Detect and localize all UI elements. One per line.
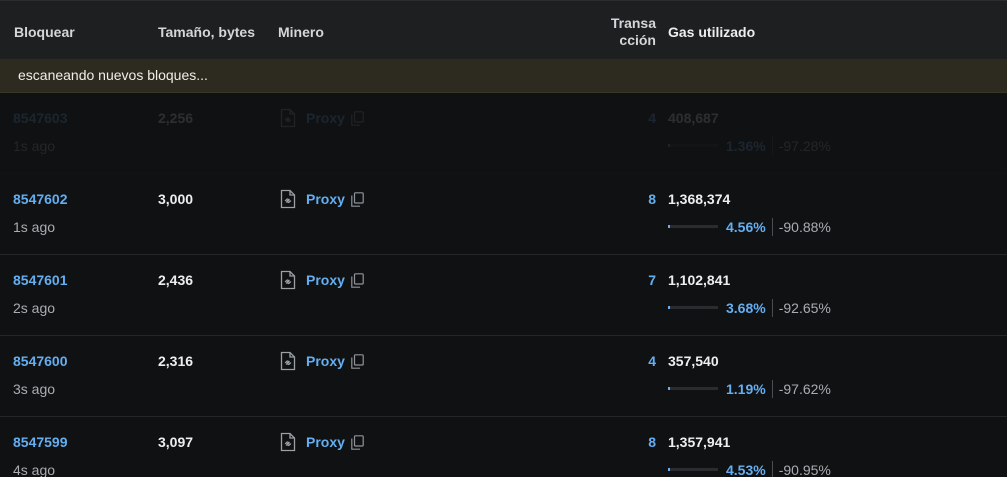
contract-file-icon [280, 189, 296, 209]
col-header-txn: Transa cción [600, 15, 656, 49]
gas-usage-bar [668, 306, 718, 309]
txn-count-link[interactable]: 7 [600, 272, 656, 288]
copy-icon[interactable] [351, 273, 364, 288]
block-number-link[interactable]: 8547600 [13, 353, 68, 369]
divider [771, 461, 773, 477]
blocks-table: Bloquear Tamaño, bytes Minero Transa cci… [0, 0, 1007, 477]
block-age: 2s ago [13, 300, 56, 316]
contract-file-icon [280, 270, 296, 290]
table-row: 8547601 2s ago 2,436 Proxy 7 1,102,841 3… [0, 254, 1007, 336]
block-size: 2,256 [158, 110, 194, 126]
gas-usage-bar [668, 468, 718, 471]
gas-used: 1,368,374 [668, 191, 731, 207]
block-age: 1s ago [13, 219, 56, 235]
gas-percent: 1.36% [726, 138, 766, 154]
txn-count-link[interactable]: 4 [600, 110, 656, 126]
gas-percent: 1.19% [726, 381, 766, 397]
block-age: 1s ago [13, 138, 56, 154]
col-header-txn-line1: Transa [610, 15, 656, 31]
miner-link[interactable]: Proxy [306, 434, 345, 450]
table-row: 8547600 3s ago 2,316 Proxy 4 357,540 1.1… [0, 335, 1007, 417]
gas-usage-bar-fill [668, 144, 670, 147]
gas-delta: -90.88% [778, 219, 831, 235]
miner-link[interactable]: Proxy [306, 191, 345, 207]
block-size: 3,097 [158, 434, 194, 450]
gas-percent: 4.56% [726, 219, 766, 235]
col-header-block: Bloquear [14, 24, 75, 40]
txn-count-link[interactable]: 8 [600, 191, 656, 207]
col-header-txn-line2: cción [619, 32, 656, 48]
gas-delta: -92.65% [778, 300, 831, 316]
gas-delta: -97.62% [778, 381, 831, 397]
gas-usage-bar [668, 225, 718, 228]
gas-usage-bar-fill [668, 387, 670, 390]
block-number-link[interactable]: 8547599 [13, 434, 68, 450]
block-size: 2,436 [158, 272, 194, 288]
scanning-banner: escaneando nuevos bloques... [0, 59, 1007, 93]
block-number-link[interactable]: 8547602 [13, 191, 68, 207]
gas-percent: 3.68% [726, 300, 766, 316]
table-row: 8547602 1s ago 3,000 Proxy 8 1,368,374 4… [0, 173, 1007, 255]
divider [771, 380, 773, 398]
gas-used: 1,102,841 [668, 272, 731, 288]
gas-usage-bar-fill [668, 306, 670, 309]
block-age: 3s ago [13, 381, 56, 397]
table-row: 8547599 4s ago 3,097 Proxy 8 1,357,941 4… [0, 416, 1007, 477]
gas-percent: 4.53% [726, 462, 766, 477]
col-header-miner: Minero [278, 24, 324, 40]
gas-usage-bar [668, 387, 718, 390]
copy-icon[interactable] [351, 435, 364, 450]
divider [771, 218, 773, 236]
divider [771, 299, 773, 317]
miner-link[interactable]: Proxy [306, 110, 345, 126]
copy-icon[interactable] [351, 111, 364, 126]
txn-count-link[interactable]: 8 [600, 434, 656, 450]
table-row: 8547603 1s ago 2,256 Proxy 4 408,687 1.3… [0, 92, 1007, 174]
block-age: 4s ago [13, 462, 56, 477]
gas-delta: -97.28% [778, 138, 831, 154]
divider [771, 137, 773, 155]
miner-link[interactable]: Proxy [306, 353, 345, 369]
contract-file-icon [280, 351, 296, 371]
copy-icon[interactable] [351, 354, 364, 369]
gas-usage-bar [668, 144, 718, 147]
col-header-size: Tamaño, bytes [158, 24, 255, 40]
contract-file-icon [280, 108, 296, 128]
block-number-link[interactable]: 8547601 [13, 272, 68, 288]
scanning-text: escaneando nuevos bloques... [18, 67, 208, 83]
gas-usage-bar-fill [668, 225, 670, 228]
gas-delta: -90.95% [778, 462, 831, 477]
gas-usage-bar-fill [668, 468, 670, 471]
col-header-gas: Gas utilizado [668, 24, 756, 40]
gas-used: 1,357,941 [668, 434, 731, 450]
miner-link[interactable]: Proxy [306, 272, 345, 288]
block-number-link[interactable]: 8547603 [13, 110, 68, 126]
copy-icon[interactable] [351, 192, 364, 207]
block-size: 3,000 [158, 191, 194, 207]
table-header: Bloquear Tamaño, bytes Minero Transa cci… [0, 0, 1007, 59]
block-size: 2,316 [158, 353, 194, 369]
gas-used: 408,687 [668, 110, 719, 126]
gas-used: 357,540 [668, 353, 719, 369]
txn-count-link[interactable]: 4 [600, 353, 656, 369]
contract-file-icon [280, 432, 296, 452]
